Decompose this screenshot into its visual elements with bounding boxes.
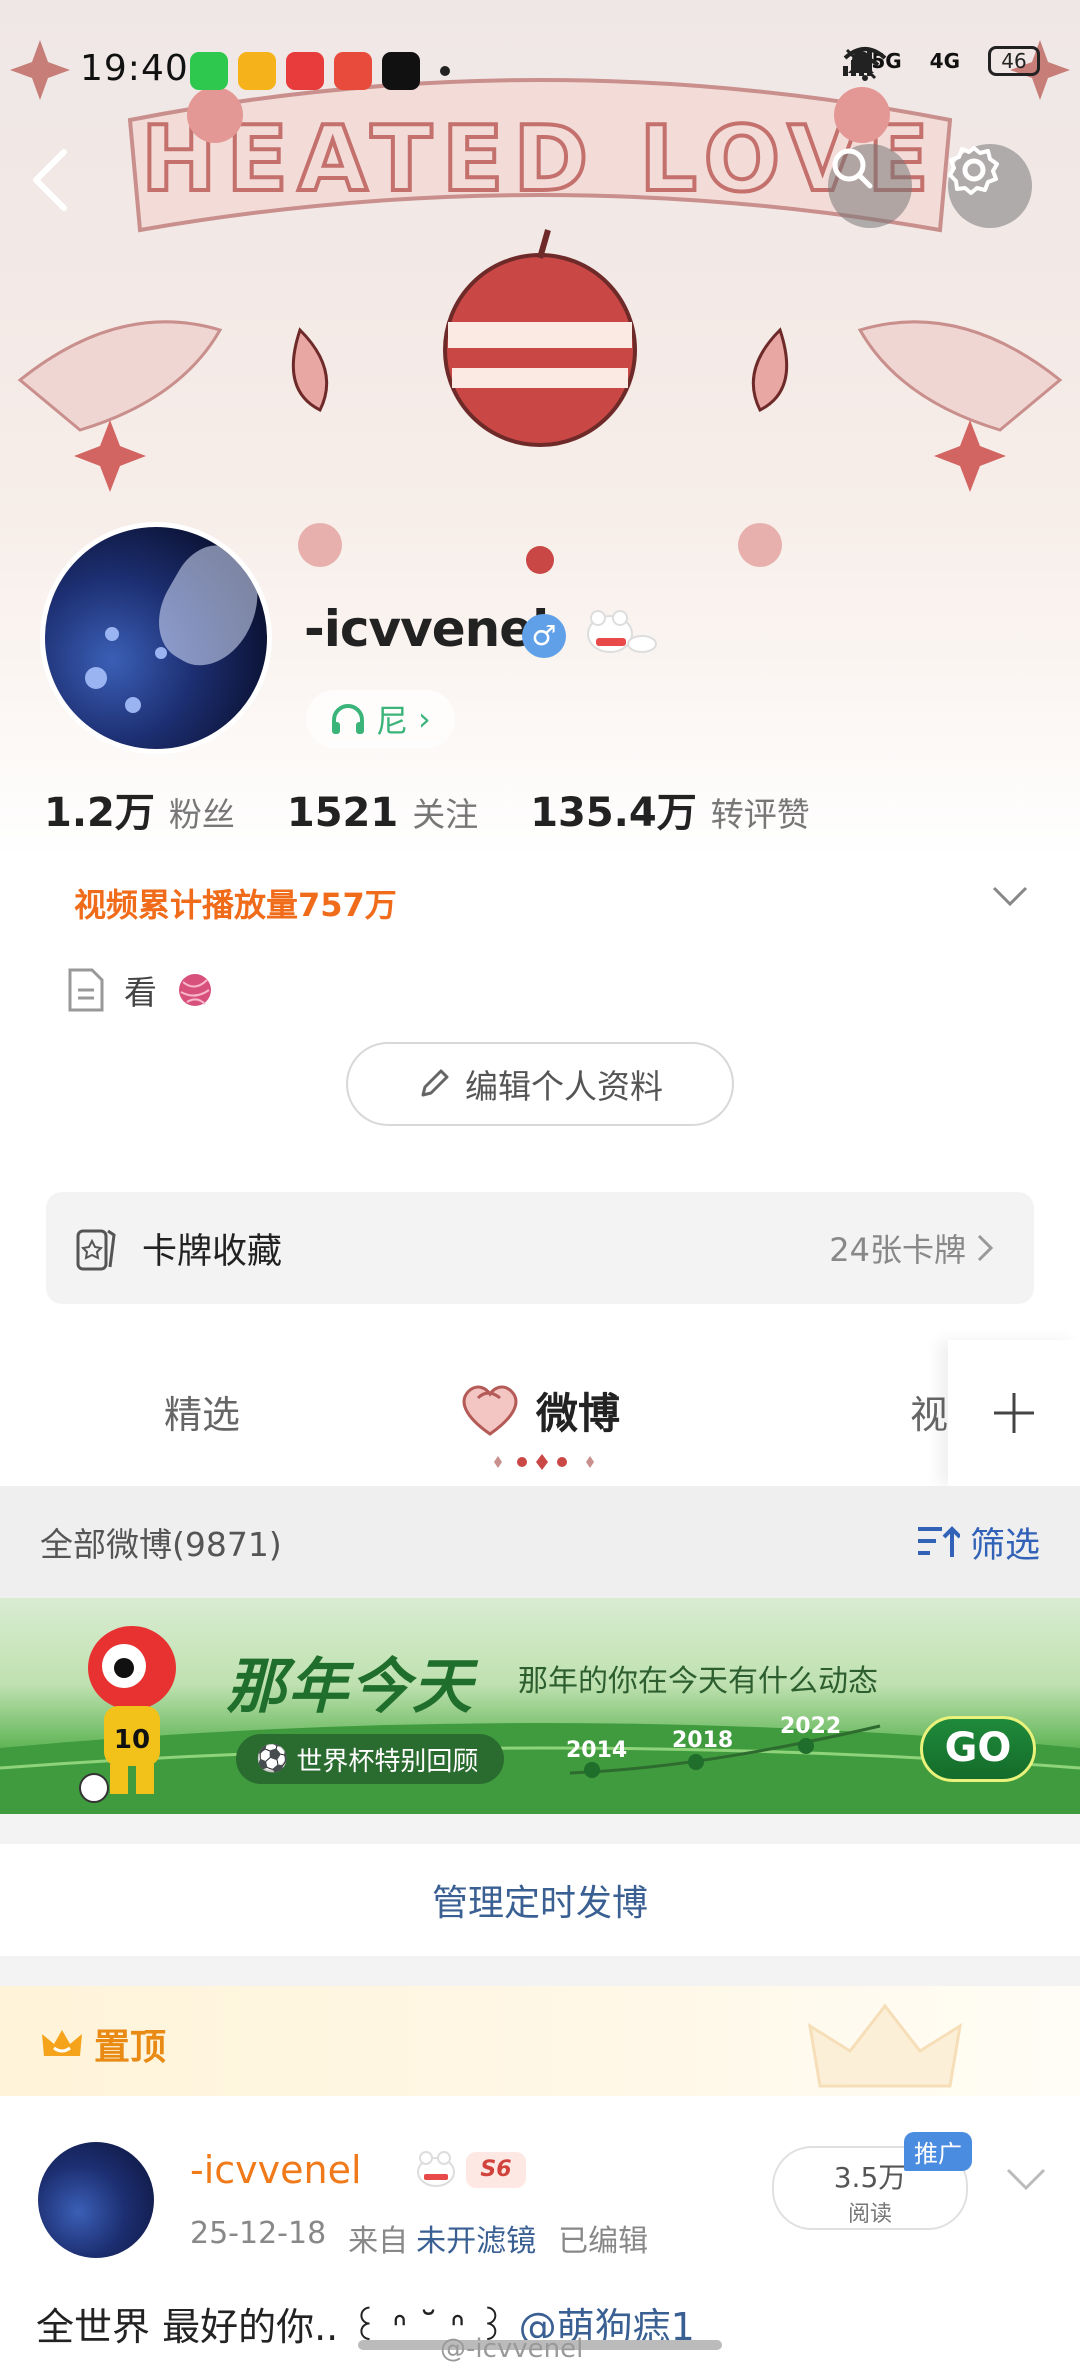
gender-male-icon: ♂	[522, 614, 566, 658]
promote-badge[interactable]: 推广	[904, 2132, 972, 2171]
app-notification-icon	[382, 52, 420, 90]
battery-indicator: 46	[988, 46, 1040, 76]
gear-icon	[948, 146, 999, 195]
profile-username: -icvvenel	[304, 600, 549, 658]
interactions-count[interactable]: 135.4万	[530, 780, 697, 838]
posts-filter-bar: 全部微博(9871) 筛选	[0, 1486, 1080, 1598]
chevron-right-icon: ›	[418, 700, 431, 738]
toutiao-icon	[286, 52, 324, 90]
pinned-label-text: 置顶	[94, 2027, 167, 2068]
status-time: 19:40	[80, 48, 189, 89]
wechat-icon	[190, 52, 228, 90]
edit-profile-button[interactable]: 编辑个人资料	[346, 1042, 734, 1126]
profile-tabs: 精选 微博 视	[0, 1340, 1080, 1486]
pinned-label: 置顶	[40, 2018, 166, 2070]
promo-year-2018: 2018	[672, 1728, 734, 1753]
filter-button[interactable]: 筛选	[916, 1517, 1040, 1568]
back-button[interactable]	[30, 148, 90, 228]
promo-year-2022: 2022	[780, 1714, 842, 1739]
promo-year-2014: 2014	[566, 1738, 628, 1763]
status-indicators: 5G 4G 46	[843, 46, 1040, 81]
section-divider	[0, 1814, 1080, 1844]
crown-decoration-icon	[807, 2003, 963, 2088]
expand-profile-button[interactable]	[990, 884, 1030, 912]
post-edited: 已编辑	[558, 2224, 649, 2259]
plus-icon	[994, 1393, 1034, 1433]
post-author-name[interactable]: -icvvenel	[190, 2148, 362, 2192]
following-label[interactable]: 关注	[412, 788, 478, 836]
chevron-down-icon	[1006, 2168, 1046, 2191]
search-icon	[832, 148, 873, 189]
followers-count[interactable]: 1.2万	[44, 780, 155, 838]
active-tab-indicator-icon	[494, 1454, 594, 1470]
card-collection-icon	[76, 1229, 116, 1271]
tab-weibo[interactable]: 微博	[536, 1380, 620, 1441]
bio-text: 看	[124, 973, 157, 1012]
add-tab-button[interactable]	[948, 1340, 1080, 1486]
weibo-icon	[334, 52, 372, 90]
profile-bio: 看	[66, 966, 215, 1014]
post-meta: 25-12-18 来自 未开滤镜 已编辑	[190, 2216, 648, 2260]
status-bar: 19:40 5G 4G 46	[0, 0, 1080, 130]
video-play-count: 视频累计播放量757万	[74, 886, 397, 924]
card-collection-title: 卡牌收藏	[142, 1231, 283, 1272]
chevron-down-icon	[992, 886, 1028, 907]
settings-button[interactable]	[948, 144, 1032, 228]
headphones-icon	[332, 704, 364, 734]
on-this-day-banner[interactable]: 10 那年今天 那年的你在今天有什么动态 ⚽ 世界杯特别回顾 2014 2018…	[0, 1598, 1080, 1814]
bear-sticker-icon	[412, 2146, 466, 2194]
search-button[interactable]	[828, 144, 912, 228]
post-author-avatar[interactable]	[38, 2142, 154, 2258]
signal-4g-label: 4G	[929, 49, 960, 73]
post-source-prefix: 来自	[348, 2224, 409, 2259]
chevron-left-icon	[33, 149, 67, 211]
yarn-ball-icon	[179, 974, 211, 1006]
promo-title: 那年今天	[226, 1652, 474, 1722]
following-count[interactable]: 1521	[287, 790, 398, 836]
soccer-ball-icon: ⚽	[256, 1744, 289, 1774]
tab-video[interactable]: 视	[910, 1384, 948, 1439]
crown-icon	[42, 2030, 82, 2056]
card-collection-count: 24张卡牌	[829, 1225, 994, 1271]
bear-sticker-icon	[587, 610, 657, 653]
post-date: 25-12-18	[190, 2216, 327, 2251]
weibo-mascot-icon: 10	[79, 1626, 176, 1803]
weibo-icon	[238, 52, 276, 90]
filter-sort-icon	[917, 1526, 960, 1557]
promo-tag-label: 世界杯特别回顾	[296, 1746, 479, 1777]
pinned-post-card[interactable]: 置顶 -icvvenel S6 25-12-18 来自 未开滤镜 已编辑 3.5…	[0, 1986, 1080, 2373]
card-count-label: 24张卡牌	[829, 1231, 966, 1269]
filter-label: 筛选	[969, 1525, 1040, 1566]
post-source[interactable]: 未开滤镜	[416, 2216, 536, 2260]
pencil-icon	[421, 1069, 449, 1097]
document-icon	[68, 968, 104, 1012]
profile-stats: 1.2万 粉丝 1521 关注 135.4万 转评赞	[44, 780, 862, 838]
all-posts-count: 全部微博(9871)	[40, 1525, 282, 1564]
edit-profile-label: 编辑个人资料	[465, 1067, 663, 1106]
tab-weibo-decoration-icon	[454, 1376, 526, 1444]
interactions-label[interactable]: 转评赞	[711, 788, 810, 836]
profile-avatar[interactable]	[40, 522, 272, 754]
music-status-pill[interactable]: 尼 ›	[306, 690, 455, 748]
svg-text:10: 10	[114, 1725, 150, 1755]
chevron-right-icon	[977, 1234, 994, 1262]
read-label: 阅读	[847, 2202, 892, 2227]
tab-featured[interactable]: 精选	[164, 1384, 240, 1439]
section-divider	[0, 1956, 1080, 1986]
post-more-button[interactable]	[1004, 2166, 1048, 2196]
more-notifications-icon	[440, 66, 450, 76]
promo-tag: ⚽ 世界杯特别回顾	[236, 1734, 505, 1784]
watermark: @-icvvenel	[440, 2334, 584, 2364]
go-button[interactable]: GO	[920, 1716, 1036, 1782]
followers-label[interactable]: 粉丝	[169, 788, 235, 836]
card-collection-row[interactable]: 卡牌收藏 24张卡牌	[46, 1192, 1034, 1304]
manage-scheduled-posts-button[interactable]: 管理定时发博	[0, 1844, 1080, 1956]
music-status-label: 尼	[376, 702, 409, 740]
promo-subtitle: 那年的你在今天有什么动态	[518, 1664, 878, 1699]
level-badge: S6	[466, 2152, 526, 2188]
